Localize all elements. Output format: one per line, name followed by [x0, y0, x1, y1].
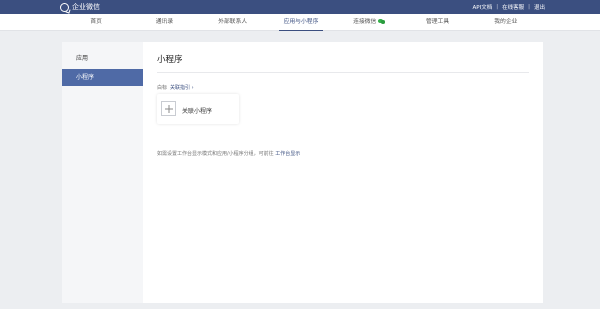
brand-name: 企业微信: [72, 3, 100, 11]
guide-line: 白标 关联指引 ›: [157, 84, 194, 91]
link-guide[interactable]: 关联指引 ›: [170, 85, 194, 91]
nav-tab-apps-miniprograms[interactable]: 应用与小程序: [267, 14, 335, 31]
wechat-icon: [378, 19, 386, 24]
header-links: API文档 | 在线客服 | 退出: [473, 2, 545, 12]
nav-tab-connect-wechat[interactable]: 连接微信: [335, 14, 403, 31]
logout-link[interactable]: 退出: [534, 3, 545, 11]
sidebar: 应用 小程序: [62, 42, 143, 303]
nav-tab-my-enterprise[interactable]: 我的企业: [472, 14, 540, 31]
add-miniprogram-card[interactable]: 关联小程序: [157, 94, 239, 124]
main-panel: 小程序 白标 关联指引 › 关联小程序 如需设置工作台显示模式和应用/小程序分组，…: [143, 42, 543, 303]
header-link-divider: |: [496, 4, 499, 10]
workbench-note: 如需设置工作台显示模式和应用/小程序分组，可前往 工作台显示: [157, 150, 300, 157]
brand-logo[interactable]: 企业微信: [60, 2, 100, 12]
title-divider: [157, 72, 529, 73]
add-miniprogram-label: 关联小程序: [182, 108, 213, 115]
page-title: 小程序: [157, 55, 183, 65]
nav-tab-external-contacts[interactable]: 外部联系人: [199, 14, 267, 31]
sidebar-title: 应用: [76, 55, 89, 62]
nav-tab-management-tools[interactable]: 管理工具: [403, 14, 471, 31]
main-nav: 首页 通讯录 外部联系人 应用与小程序 连接微信 管理工具 我的企业: [62, 14, 540, 31]
nav-tab-connect-wechat-label: 连接微信: [353, 19, 377, 25]
main-nav-bar: 首页 通讯录 外部联系人 应用与小程序 连接微信 管理工具 我的企业: [0, 14, 600, 31]
nav-tab-contacts[interactable]: 通讯录: [130, 14, 198, 31]
note-text: 如需设置工作台显示模式和应用/小程序分组，可前往: [157, 151, 274, 157]
nav-tab-home[interactable]: 首页: [62, 14, 130, 31]
online-support-link[interactable]: 在线客服: [502, 3, 524, 11]
wework-logo-icon: [60, 2, 69, 12]
plus-icon: [161, 101, 176, 116]
api-docs-link[interactable]: API文档: [473, 3, 493, 11]
sidebar-item-miniprogram[interactable]: 小程序: [62, 69, 143, 86]
header-link-divider: |: [528, 4, 530, 10]
workbench-display-link[interactable]: 工作台显示: [275, 151, 300, 157]
guide-prefix: 白标: [157, 85, 168, 91]
top-header-bar: 企业微信 API文档 | 在线客服 | 退出: [0, 0, 600, 14]
